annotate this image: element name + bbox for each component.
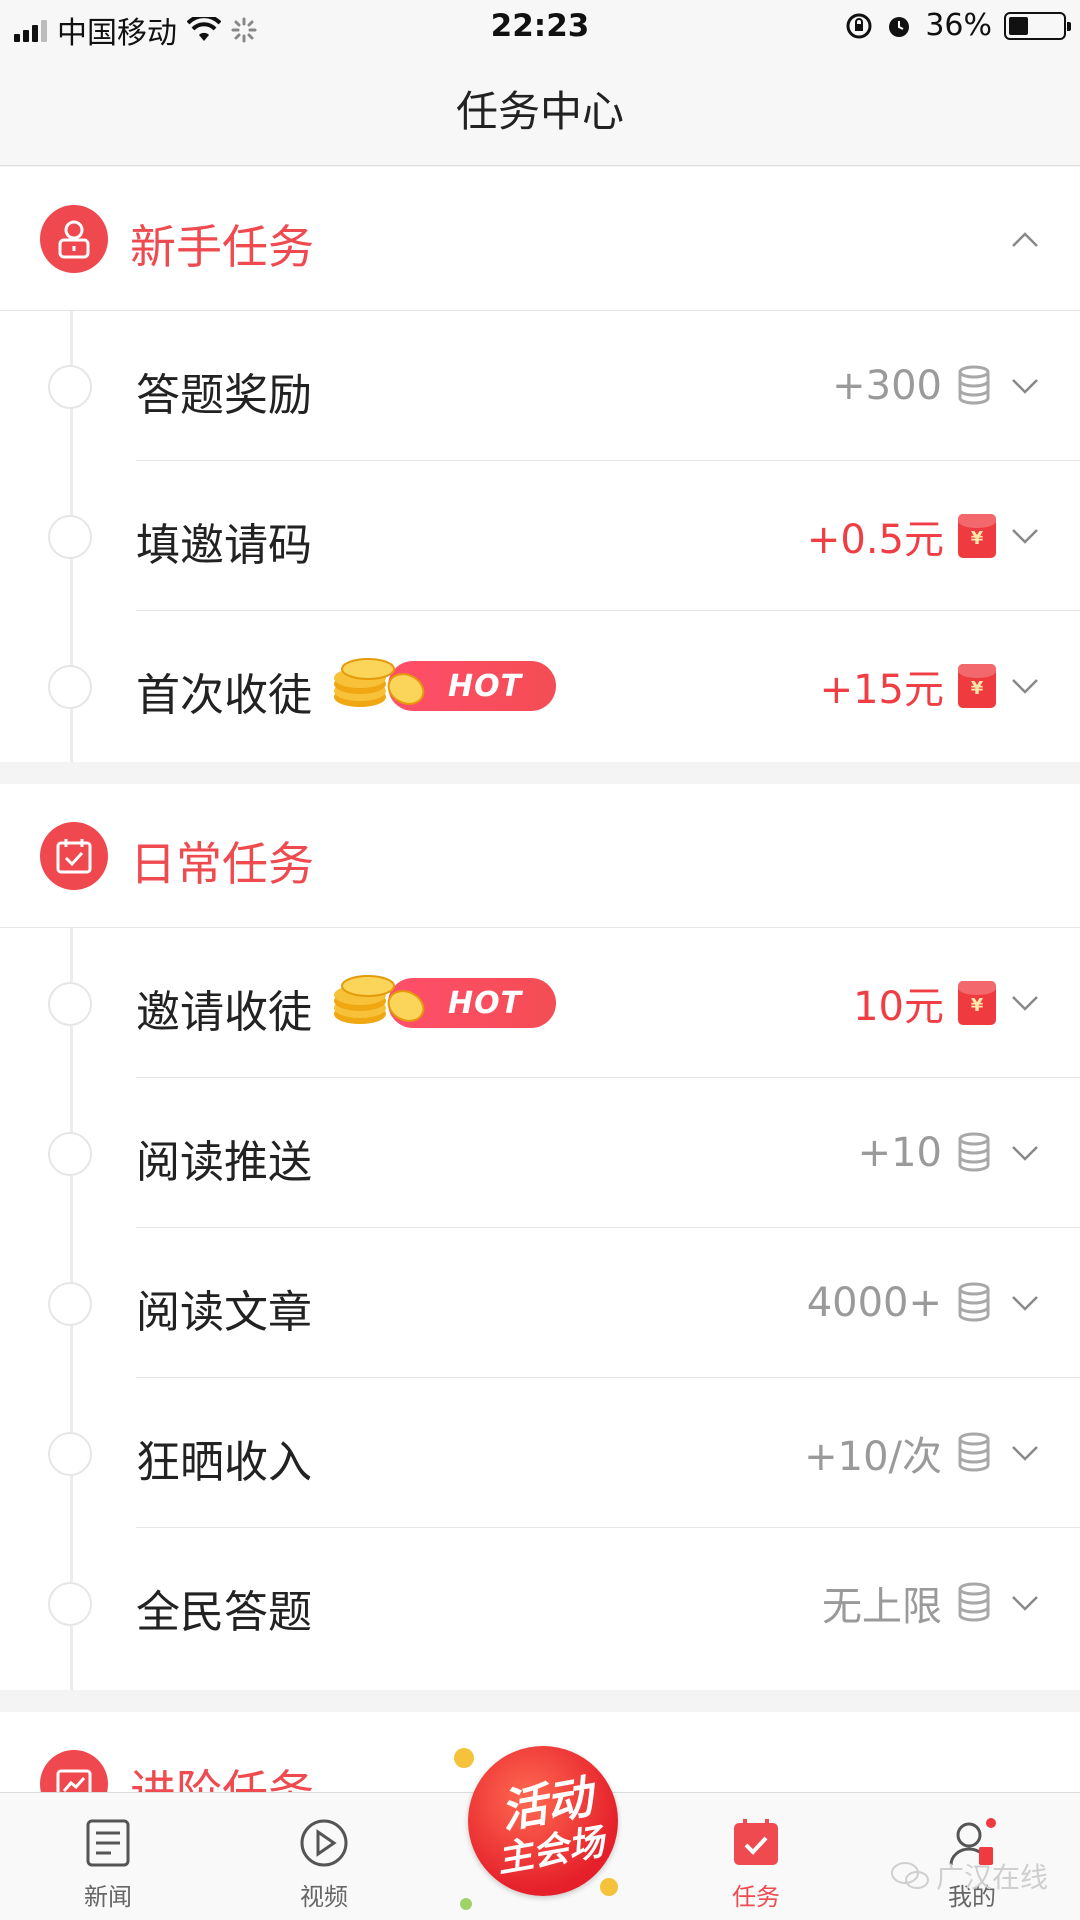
user-lock-icon bbox=[40, 205, 108, 273]
task-row[interactable]: 首次收徒 HOT +15元 ¥ bbox=[0, 611, 1080, 761]
tab-task[interactable]: 任务 bbox=[686, 1793, 826, 1920]
sparkle-decoration bbox=[600, 1878, 618, 1896]
timeline-dot bbox=[48, 665, 92, 709]
video-icon bbox=[300, 1819, 348, 1867]
chevron-down-icon[interactable] bbox=[1010, 1288, 1040, 1318]
timeline-dot bbox=[48, 982, 92, 1026]
timeline-dot bbox=[48, 1432, 92, 1476]
section-title: 日常任务 bbox=[130, 837, 314, 891]
task-label: 狂晒收入 bbox=[136, 1437, 312, 1488]
tab-label: 视频 bbox=[300, 1883, 348, 1911]
red-packet-icon: ¥ bbox=[958, 981, 996, 1025]
task-row[interactable]: 阅读文章 4000+ bbox=[0, 1228, 1080, 1378]
calendar-check-icon bbox=[40, 822, 108, 890]
news-icon bbox=[86, 1819, 130, 1867]
task-icon bbox=[734, 1819, 778, 1865]
coins-icon bbox=[958, 1132, 990, 1172]
task-row[interactable]: 填邀请码 +0.5元 ¥ bbox=[0, 461, 1080, 611]
task-reward: +0.5元 bbox=[806, 517, 944, 563]
coins-icon bbox=[958, 1432, 990, 1472]
section-header[interactable]: 新手任务 bbox=[0, 167, 1080, 311]
task-reward: 无上限 bbox=[822, 1584, 942, 1630]
task-label: 答题奖励 bbox=[136, 370, 312, 421]
status-bar: 中国移动 22:23 36% bbox=[0, 0, 1080, 54]
task-reward: +10 bbox=[857, 1130, 942, 1176]
watermark-text: 广汉在线 bbox=[936, 1861, 1049, 1894]
coins-icon bbox=[958, 1282, 990, 1322]
task-label: 全民答题 bbox=[136, 1587, 312, 1638]
section-title: 进阶任务 bbox=[130, 1765, 314, 1792]
task-reward: +15元 bbox=[819, 667, 944, 713]
task-row[interactable]: 狂晒收入 +10/次 bbox=[0, 1378, 1080, 1528]
task-label: 填邀请码 bbox=[136, 520, 312, 571]
alarm-icon bbox=[889, 16, 910, 37]
top-bar: 中国移动 22:23 36% 任务中心 bbox=[0, 0, 1080, 166]
trend-chart-icon bbox=[40, 1750, 108, 1792]
tab-label: 任务 bbox=[732, 1883, 780, 1911]
battery-percent: 36% bbox=[925, 8, 992, 43]
hot-badge-text: HOT bbox=[448, 669, 523, 704]
tab-video[interactable]: 视频 bbox=[254, 1793, 394, 1920]
task-reward: 4000+ bbox=[806, 1280, 942, 1326]
tab-news[interactable]: 新闻 bbox=[38, 1793, 178, 1920]
hot-badge: HOT bbox=[330, 975, 556, 1030]
task-row[interactable]: 答题奖励 +300 bbox=[0, 311, 1080, 461]
battery-icon bbox=[1004, 11, 1071, 40]
tab-label: 新闻 bbox=[84, 1883, 132, 1911]
sparkle-decoration bbox=[454, 1748, 474, 1768]
hot-badge-text: HOT bbox=[448, 986, 523, 1021]
red-packet-icon: ¥ bbox=[958, 664, 996, 708]
section-title: 新手任务 bbox=[130, 220, 314, 274]
coins-icon bbox=[958, 365, 990, 405]
hot-badge: HOT bbox=[330, 658, 556, 713]
chevron-down-icon[interactable] bbox=[1010, 371, 1040, 401]
chevron-down-icon[interactable] bbox=[1010, 1138, 1040, 1168]
activity-hall-button[interactable]: 活动 主会场 bbox=[450, 1738, 630, 1920]
task-label: 阅读推送 bbox=[136, 1137, 312, 1188]
chevron-down-icon[interactable] bbox=[1010, 988, 1040, 1018]
section-daily-tasks: 日常任务 邀请收徒 HOT 10元 ¥ 阅读推送 +10 阅读文章 4000+ … bbox=[0, 784, 1080, 1690]
timeline-dot bbox=[48, 365, 92, 409]
timeline-dot bbox=[48, 1132, 92, 1176]
task-label: 阅读文章 bbox=[136, 1287, 312, 1338]
sparkle-decoration bbox=[460, 1898, 472, 1910]
task-label: 邀请收徒 bbox=[136, 987, 312, 1038]
chevron-down-icon[interactable] bbox=[1010, 1588, 1040, 1618]
task-reward: +300 bbox=[832, 363, 942, 409]
task-reward: +10/次 bbox=[804, 1434, 942, 1480]
task-reward: 10元 bbox=[853, 984, 944, 1030]
section-header: 日常任务 bbox=[0, 784, 1080, 928]
page-title: 任务中心 bbox=[455, 87, 624, 136]
timeline-dot bbox=[48, 515, 92, 559]
section-newbie-tasks: 新手任务 答题奖励 +300 填邀请码 +0.5元 ¥ 首次收徒 HOT +15… bbox=[0, 167, 1080, 762]
chevron-down-icon[interactable] bbox=[1010, 521, 1040, 551]
chevron-down-icon[interactable] bbox=[1010, 671, 1040, 701]
timeline-dot bbox=[48, 1282, 92, 1326]
watermark: 广汉在线 bbox=[890, 1856, 1048, 1896]
chevron-up-icon[interactable] bbox=[1010, 225, 1040, 255]
gold-coins-icon bbox=[334, 975, 425, 1024]
timeline-dot bbox=[48, 1582, 92, 1626]
chevron-down-icon[interactable] bbox=[1010, 1438, 1040, 1468]
rotation-lock-icon bbox=[846, 13, 872, 38]
coins-icon bbox=[958, 1582, 990, 1622]
gold-coins-icon bbox=[334, 658, 425, 707]
task-row[interactable]: 邀请收徒 HOT 10元 ¥ bbox=[0, 928, 1080, 1078]
red-packet-icon: ¥ bbox=[958, 514, 996, 558]
task-label: 首次收徒 bbox=[136, 670, 312, 721]
task-row[interactable]: 阅读推送 +10 bbox=[0, 1078, 1080, 1228]
wechat-icon bbox=[891, 1862, 929, 1889]
task-row[interactable]: 全民答题 无上限 bbox=[0, 1528, 1080, 1678]
